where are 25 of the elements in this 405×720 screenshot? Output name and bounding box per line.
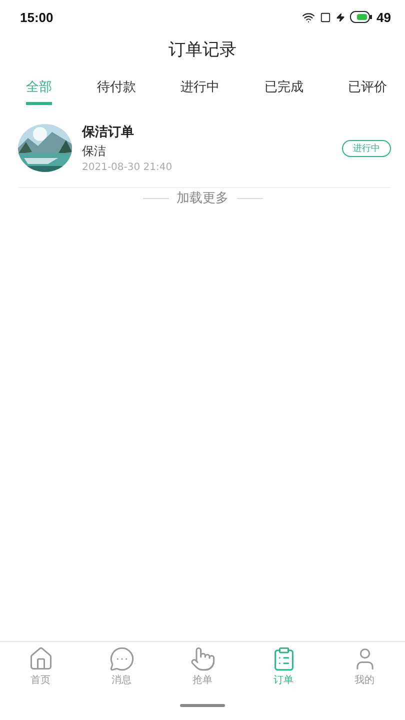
- sim-icon: [320, 12, 331, 22]
- load-more[interactable]: 加载更多: [176, 189, 228, 207]
- nav-item[interactable]: 抢单: [162, 642, 243, 690]
- tab[interactable]: 已完成: [264, 78, 304, 105]
- nav-item[interactable]: 消息: [81, 642, 162, 690]
- tab[interactable]: 待付款: [96, 78, 136, 105]
- tab[interactable]: 进行中: [180, 78, 220, 105]
- nav-item[interactable]: 我的: [324, 642, 405, 690]
- nav-item[interactable]: 订单: [243, 642, 324, 690]
- home-icon: [28, 646, 54, 672]
- nav-item[interactable]: 首页: [0, 642, 81, 690]
- wifi-icon: [302, 10, 315, 24]
- tab[interactable]: 全部: [26, 78, 52, 105]
- order-time: 2021-08-30 21:40: [82, 162, 174, 173]
- battery-icon: [350, 11, 372, 23]
- status-time: 15:00: [20, 10, 54, 24]
- message-icon: [108, 646, 134, 672]
- order-title: 保洁订单: [82, 124, 135, 141]
- tab[interactable]: 已评价: [348, 78, 387, 105]
- charging-icon: [336, 12, 345, 22]
- status-tag: 进行中: [342, 140, 391, 156]
- order-service: 保洁: [82, 143, 107, 160]
- page-title: 订单记录: [168, 39, 238, 62]
- hand-pointer-icon: [190, 646, 216, 672]
- battery-level: 49: [376, 10, 391, 24]
